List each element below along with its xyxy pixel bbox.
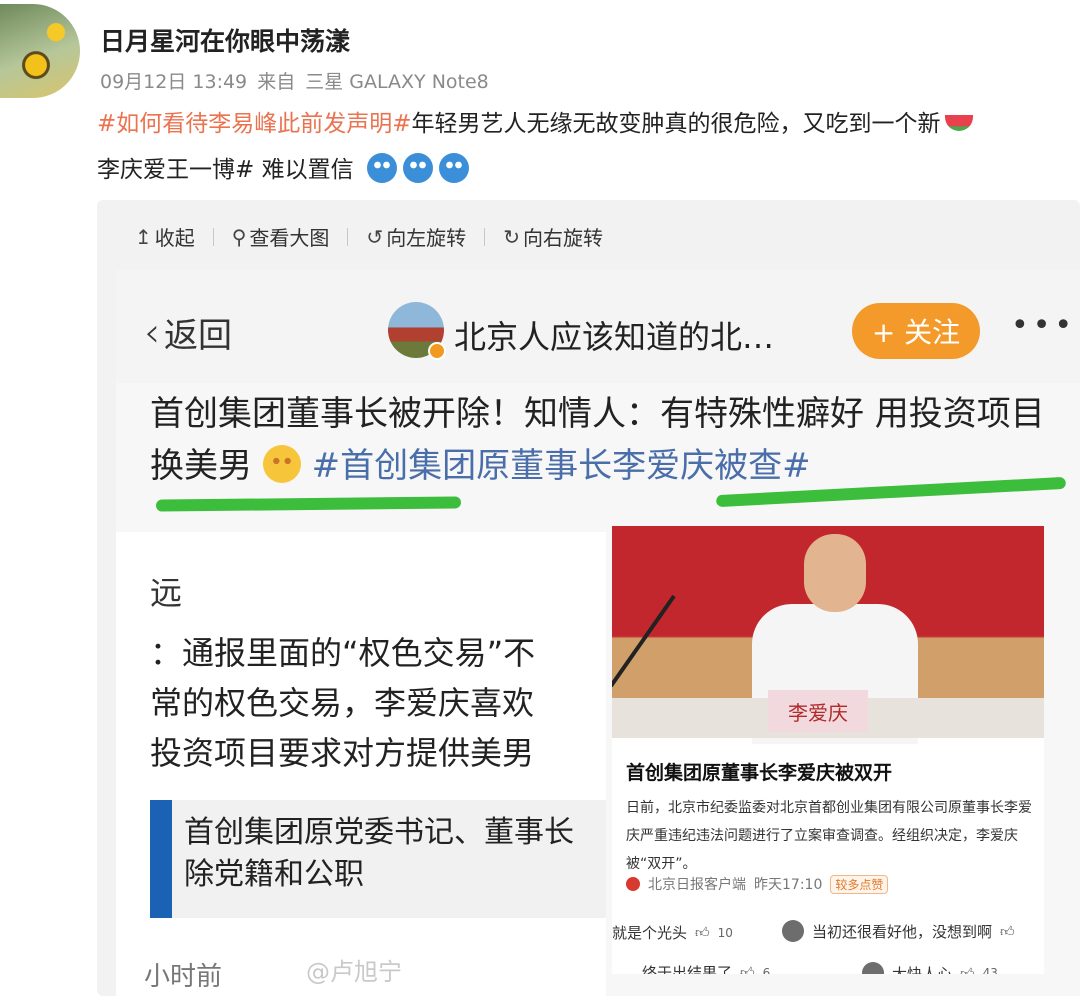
quoted-news-text: 首创集团原党委书记、董事长 除党籍和公职: [184, 812, 574, 896]
embedded-article-left: 远 ：通报里面的“权色交易”不 常的权色交易，李爱庆喜欢 投资项目要求对方提供美…: [116, 532, 606, 996]
post-text: 年轻男艺人无缘无故变肿真的很危险，又吃到一个新: [411, 111, 941, 137]
post-date: 09月12日 13:49: [100, 71, 248, 93]
comment-text: 当初还很看好他，没想到啊: [812, 922, 993, 941]
post-meta: 09月12日 13:49 来自 三星 GALAXY Note8: [100, 67, 493, 94]
collapse-label: 收起: [154, 226, 195, 250]
rotate-right-icon: ↻: [503, 224, 520, 249]
green-underline-mark: [155, 496, 462, 512]
article-source-row: 北京日报客户端 昨天17:10 较多点赞: [626, 874, 889, 894]
left-timestamp: 小时前: [144, 962, 223, 992]
left-fragment: 远: [150, 574, 183, 612]
follow-button: + 关注: [852, 303, 980, 359]
rotate-left-icon: ↺: [366, 224, 384, 249]
news-photo: 李爱庆: [612, 526, 1044, 744]
image-card: ↥ 收起 ⚲ 查看大图 ↺ 向左旋转 ↻ 向右旋转 ‹ 返回 北京人应该知道的北…: [97, 200, 1080, 996]
quoted-line: 除党籍和公职: [184, 857, 364, 892]
comment-text: 大快人心: [892, 964, 953, 975]
article-body: 日前，北京市纪委监委对北京首都创业集团有限公司原董事长李爱庆严重违纪违法问题进行…: [626, 800, 1032, 872]
like-count: 10: [717, 925, 733, 940]
view-large-button[interactable]: ⚲ 查看大图: [232, 222, 330, 251]
collapse-button[interactable]: ↥ 收起: [135, 222, 195, 251]
article-source: 北京日报客户端: [648, 877, 746, 893]
image-toolbar: ↥ 收起 ⚲ 查看大图 ↺ 向左旋转 ↻ 向右旋转: [135, 222, 603, 251]
article-tag: 较多点赞: [830, 874, 889, 894]
post-text-2: 李庆爱王一博# 难以置信: [97, 157, 354, 183]
embedded-nav-bar: ‹ 返回 北京人应该知道的北… + 关注 •••: [116, 270, 1080, 383]
comment-item: 终于出结果了 👍︎ 6: [642, 962, 770, 974]
headline-topic: #首创集团原董事长李爱庆被查#: [311, 446, 811, 486]
news-article-card: 李爱庆 首创集团原董事长李爱庆被双开 日前，北京市纪委监委对北京首都创业集团有限…: [612, 526, 1044, 974]
quoted-line: 首创集团原党委书记、董事长: [184, 815, 574, 850]
comment-text: 终于出结果了: [642, 964, 733, 974]
post-text-line-1: #如何看待李易峰此前发声明#年轻男艺人无缘无故变肿真的很危险，又吃到一个新: [97, 104, 973, 138]
article-title: 首创集团原董事长李爱庆被双开: [626, 762, 893, 784]
comment-text: 就是个光头: [612, 924, 688, 942]
post-text-line-2: 李庆爱王一博# 难以置信: [97, 150, 469, 184]
verified-badge-icon: [428, 342, 446, 360]
head: [804, 534, 866, 612]
thumbs-up-icon: 👍︎: [960, 965, 975, 975]
source-prefix: 来自: [257, 71, 296, 93]
dizzy-emoji-icon: [262, 445, 301, 483]
nameplate: 李爱庆: [768, 690, 868, 732]
comment-item: 就是个光头 👍︎ 10: [612, 922, 733, 943]
thumbs-up-icon: 👍︎: [740, 965, 755, 974]
left-paragraph: ：通报里面的“权色交易”不 常的权色交易，李爱庆喜欢 投资项目要求对方提供美男: [150, 628, 535, 778]
quoted-news-box: 首创集团原党委书记、董事长 除党籍和公职: [150, 800, 606, 918]
left-line: 投资项目要求对方提供美男: [150, 734, 535, 772]
left-line: 常的权色交易，李爱庆喜欢: [150, 684, 535, 722]
account-name: 北京人应该知道的北…: [454, 318, 775, 356]
like-count: 43: [982, 966, 998, 974]
back-label: 返回: [164, 316, 232, 356]
search-icon: ⚲: [231, 224, 247, 249]
rotate-right-button[interactable]: ↻ 向右旋转: [503, 222, 603, 251]
microphone-icon: [612, 594, 676, 688]
source-device[interactable]: 三星 GALAXY Note8: [305, 71, 489, 93]
watermelon-emoji-icon: [944, 115, 973, 131]
thumbs-up-icon: 👍︎: [695, 925, 710, 941]
source-logo-icon: [626, 877, 640, 891]
divider: [347, 227, 349, 246]
divider: [212, 227, 214, 246]
chevron-left-icon: ‹: [144, 309, 160, 356]
left-line: ：通报里面的“权色交易”不: [150, 634, 536, 672]
article-time: 昨天17:10: [754, 877, 823, 893]
view-large-label: 查看大图: [249, 226, 330, 250]
commenter-avatar: [782, 920, 804, 942]
embedded-headline: 首创集团董事长被开除！知情人：有特殊性癖好 用投资项目换美男 #首创集团原董事长…: [150, 388, 1050, 492]
comment-item: 大快人心 👍︎ 43: [862, 962, 998, 974]
rotate-left-label: 向左旋转: [386, 226, 467, 250]
emoji-icon: [402, 153, 433, 183]
more-icon: •••: [1011, 308, 1077, 343]
watermark: @卢旭宁: [306, 958, 402, 986]
news-stripe: [150, 800, 172, 918]
username[interactable]: 日月星河在你眼中荡漾: [100, 22, 350, 58]
rotate-right-label: 向右旋转: [522, 226, 603, 250]
comment-item: 当初还很看好他，没想到啊 👍︎: [782, 920, 1015, 942]
user-avatar[interactable]: [0, 4, 80, 98]
emoji-icon: [438, 153, 469, 183]
rotate-left-button[interactable]: ↺ 向左旋转: [366, 222, 466, 251]
back-button: ‹ 返回: [144, 308, 232, 357]
divider: [484, 227, 486, 246]
like-count: 6: [762, 965, 771, 975]
emoji-icon: [366, 153, 397, 183]
commenter-avatar: [862, 962, 884, 974]
collapse-icon: ↥: [135, 224, 152, 249]
topic-link[interactable]: #如何看待李易峰此前发声明#: [97, 111, 412, 137]
thumbs-up-icon: 👍︎: [1000, 923, 1015, 940]
embedded-screenshot[interactable]: ‹ 返回 北京人应该知道的北… + 关注 ••• 首创集团董事长被开除！知情人：…: [116, 270, 1080, 996]
